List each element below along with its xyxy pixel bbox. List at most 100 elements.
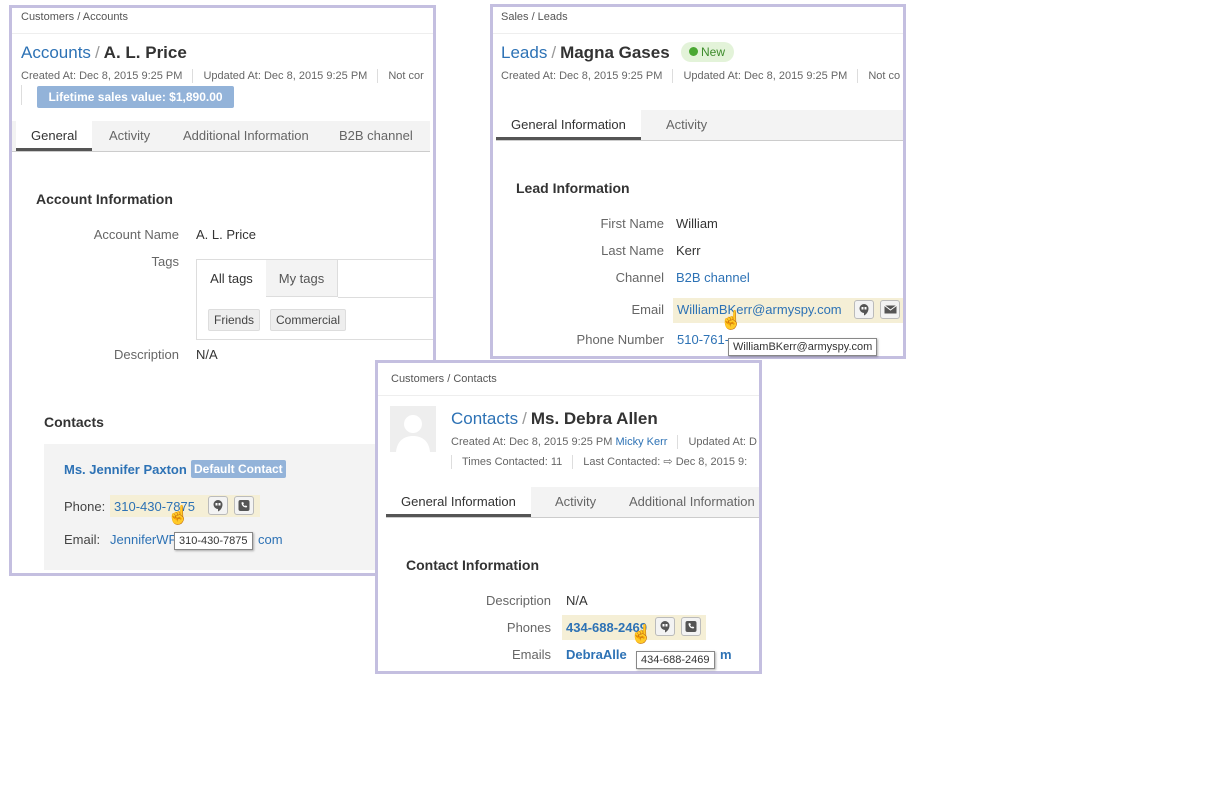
- tab-activity[interactable]: Activity: [94, 121, 165, 151]
- accounts-panel: Customers / Accounts Accounts / A. L. Pric…: [9, 5, 436, 576]
- created-at: Created At: Dec 8, 2015 9:25 PM: [451, 435, 613, 448]
- tag-tab-my[interactable]: My tags: [266, 260, 338, 297]
- breadcrumb[interactable]: Customers / Contacts: [391, 373, 497, 385]
- tab-activity[interactable]: Activity: [651, 110, 722, 140]
- leads-panel: Sales / Leads Leads / Magna Gases New Crea…: [490, 4, 906, 359]
- description-label: Description: [113, 347, 179, 362]
- phones-label: Phones: [506, 620, 551, 635]
- channel-label: Channel: [615, 270, 664, 285]
- tab-bar: General Information Activity Additional …: [386, 487, 759, 518]
- hand-cursor-icon: ☝: [167, 505, 190, 525]
- email-link-start[interactable]: DebraAlle: [566, 647, 627, 662]
- meta-extra: Not cor: [388, 69, 424, 82]
- emails-label: Emails: [511, 647, 551, 662]
- updated-at: Updated At: Dec 8, 2015 9:25 PM: [203, 69, 368, 82]
- record-meta: Created At: Dec 8, 2015 9:25 PM Updated A…: [501, 69, 900, 83]
- page-title: Accounts / A. L. Price: [21, 43, 187, 62]
- call-button[interactable]: [681, 617, 701, 636]
- tab-bar: General Activity Additional Information …: [12, 121, 430, 152]
- hand-cursor-icon: ☝: [630, 624, 653, 644]
- section-title: Lead Information: [516, 180, 630, 196]
- hangouts-button[interactable]: [655, 617, 675, 636]
- tag-tab-all[interactable]: All tags: [197, 260, 267, 297]
- record-meta: Created At: Dec 8, 2015 9:25 PM Micky Ke…: [451, 435, 757, 449]
- tab-general-information[interactable]: General Information: [496, 110, 641, 140]
- divider: [378, 395, 759, 396]
- avatar: [390, 406, 436, 452]
- phone-tooltip: 434-688-2469: [636, 651, 715, 669]
- tab-bar: General Information Activity: [496, 110, 903, 141]
- envelope-icon: [884, 305, 897, 314]
- record-name: Ms. Debra Allen: [530, 409, 658, 428]
- page-title: Contacts / Ms. Debra Allen: [451, 409, 658, 428]
- account-name-value: A. L. Price: [196, 227, 256, 242]
- tab-general[interactable]: General: [16, 121, 93, 151]
- hangouts-icon: [213, 500, 223, 512]
- first-name-value: William: [676, 216, 718, 231]
- email-link-end[interactable]: m: [720, 647, 732, 662]
- phone-icon: [238, 500, 250, 511]
- created-at: Created At: Dec 8, 2015 9:25 PM: [21, 69, 183, 82]
- divider: [338, 297, 433, 298]
- default-contact-badge: Default Contact: [191, 460, 286, 478]
- breadcrumb[interactable]: Customers / Accounts: [21, 11, 128, 23]
- status-badge: New: [681, 42, 735, 62]
- created-at: Created At: Dec 8, 2015 9:25 PM: [501, 69, 663, 82]
- email-link-end[interactable]: com: [258, 532, 283, 547]
- phone-link[interactable]: 510-761-: [677, 332, 729, 347]
- phone-icon: [685, 621, 697, 632]
- description-value: N/A: [196, 347, 218, 362]
- contact-stats: Times Contacted: 11 Last Contacted: ⇨ Dec…: [451, 455, 748, 470]
- last-contacted-date: Dec 8, 2015 9:: [675, 456, 748, 468]
- call-button[interactable]: [234, 496, 254, 515]
- last-name-label: Last Name: [601, 243, 664, 258]
- record-name: A. L. Price: [103, 43, 187, 62]
- account-name-label: Account Name: [93, 227, 179, 242]
- updated-at: Updated At: Dec 8, 2015 9:25 PM: [683, 69, 848, 82]
- outgoing-arrow-icon: ⇨: [663, 456, 673, 468]
- section-title: Account Information: [36, 191, 173, 207]
- contact-name-link[interactable]: Ms. Jennifer Paxton: [64, 462, 187, 477]
- entity-link[interactable]: Accounts: [21, 43, 91, 62]
- tab-general-information[interactable]: General Information: [386, 487, 531, 517]
- entity-link[interactable]: Leads: [501, 43, 547, 62]
- tab-activity[interactable]: Activity: [540, 487, 611, 517]
- person-placeholder-icon: [396, 415, 430, 452]
- breadcrumb[interactable]: Sales / Leads: [501, 11, 568, 23]
- owner-link[interactable]: Micky Kerr: [616, 436, 668, 448]
- tab-b2b-channel[interactable]: B2B channel: [324, 121, 428, 151]
- hangouts-icon: [660, 621, 670, 633]
- status-dot-icon: [689, 47, 698, 56]
- tags-label: Tags: [151, 254, 179, 269]
- phone-label: Phone:: [64, 499, 106, 514]
- phone-tooltip: 310-430-7875: [174, 532, 253, 550]
- email-link-start[interactable]: JenniferWP: [110, 532, 177, 547]
- page-title: Leads / Magna Gases: [501, 43, 670, 62]
- phone-label: Phone Number: [576, 332, 664, 347]
- send-email-button[interactable]: [880, 300, 900, 319]
- divider: [21, 85, 22, 105]
- description-value: N/A: [566, 593, 588, 608]
- divider: [493, 33, 903, 34]
- email-label: Email:: [64, 532, 101, 547]
- contacts-title: Contacts: [44, 414, 104, 430]
- record-name: Magna Gases: [560, 43, 670, 62]
- hangouts-button[interactable]: [208, 496, 228, 515]
- tab-additional-information[interactable]: Additional Information: [168, 121, 324, 151]
- email-link[interactable]: WilliamBKerr@armyspy.com: [677, 302, 842, 317]
- record-meta: Created At: Dec 8, 2015 9:25 PM Updated A…: [21, 69, 424, 83]
- tag-chip[interactable]: Friends: [208, 309, 261, 331]
- hangouts-button[interactable]: [854, 300, 874, 319]
- tags-box: All tags My tags Friends Commercial: [196, 259, 433, 340]
- times-contacted: Times Contacted: 11: [462, 456, 563, 468]
- section-title: Contact Information: [406, 557, 539, 573]
- lifetime-sales-badge: Lifetime sales value: $1,890.00: [37, 86, 234, 108]
- divider: [12, 33, 433, 34]
- last-contacted-label: Last Contacted:: [583, 456, 661, 468]
- email-tooltip: WilliamBKerr@armyspy.com: [728, 338, 878, 356]
- tab-additional-information[interactable]: Additional Information: [614, 487, 759, 517]
- channel-link[interactable]: B2B channel: [676, 270, 750, 285]
- entity-link[interactable]: Contacts: [451, 409, 518, 428]
- tag-chip[interactable]: Commercial: [270, 309, 347, 331]
- status-text: New: [701, 45, 726, 59]
